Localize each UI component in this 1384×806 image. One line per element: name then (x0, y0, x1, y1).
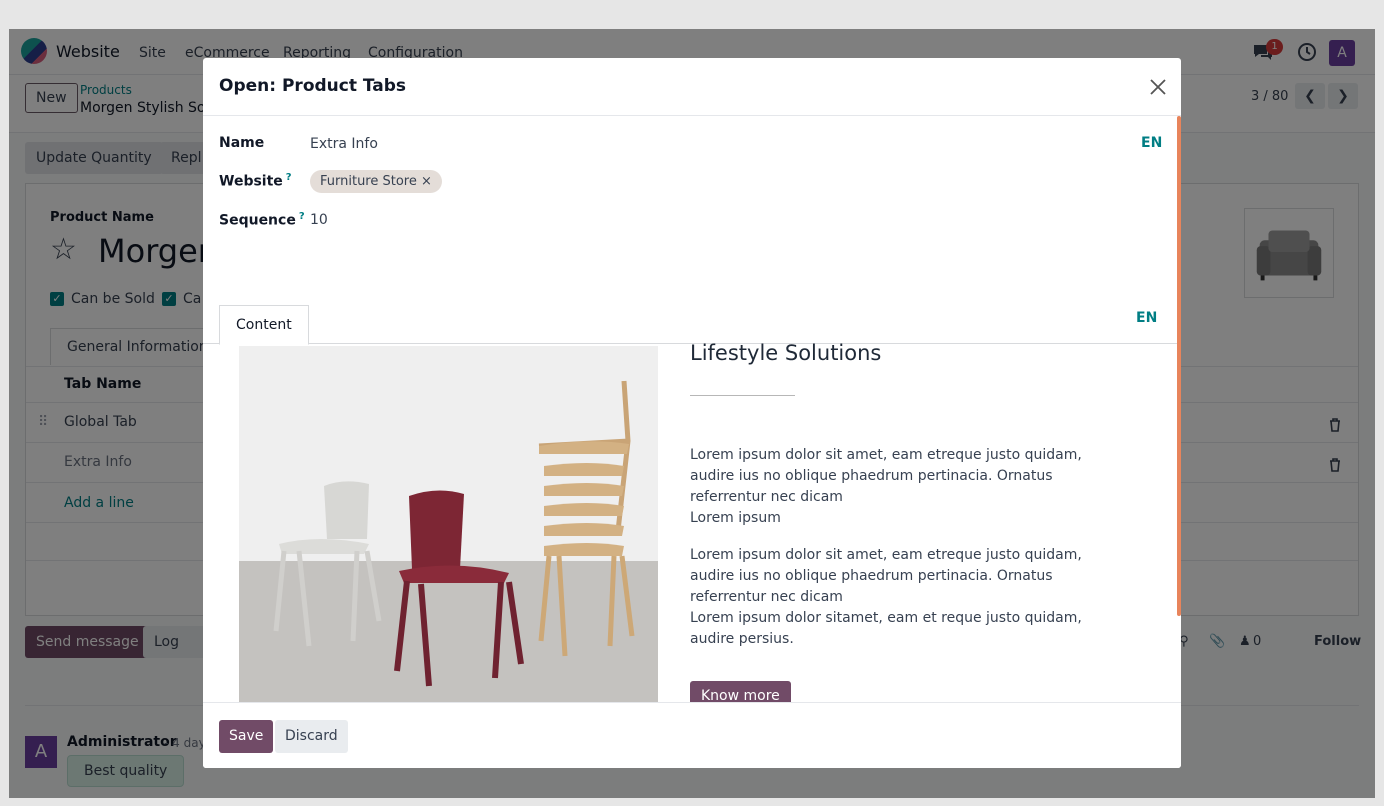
discard-button[interactable]: Discard (275, 720, 348, 753)
website-label: Website? (219, 172, 292, 190)
close-icon[interactable] (1148, 77, 1168, 97)
sequence-label: Sequence? (219, 211, 305, 229)
sequence-field[interactable]: 10 (310, 212, 328, 228)
product-tabs-dialog: Open: Product Tabs Name Extra Info EN We… (203, 58, 1181, 768)
content-paragraph-1: Lorem ipsum dolor sit amet, eam etreque … (690, 447, 1082, 526)
dialog-footer: Save Discard (203, 702, 1181, 768)
dialog-title: Open: Product Tabs (219, 76, 407, 96)
know-more-button[interactable]: Know more (690, 681, 791, 702)
chairs-image (239, 346, 658, 702)
help-icon[interactable]: ? (286, 172, 292, 183)
content-heading: Lifestyle Solutions (690, 341, 882, 365)
name-field[interactable]: Extra Info (310, 136, 378, 152)
dialog-scrollbar[interactable] (1177, 116, 1181, 616)
heading-divider (690, 395, 795, 396)
dialog-header: Open: Product Tabs (203, 58, 1181, 116)
dialog-body: Name Extra Info EN Website? Furniture St… (203, 116, 1181, 702)
save-button[interactable]: Save (219, 720, 274, 753)
tab-content[interactable]: Content (219, 305, 309, 345)
name-label: Name (219, 135, 265, 151)
content-translate-button[interactable]: EN (1136, 310, 1157, 326)
website-tag[interactable]: Furniture Store × (310, 170, 442, 193)
content-paragraph-2: Lorem ipsum dolor sit amet, eam etreque … (690, 547, 1082, 647)
help-icon[interactable]: ? (299, 211, 305, 222)
remove-tag-icon[interactable]: × (421, 174, 432, 189)
name-translate-button[interactable]: EN (1141, 135, 1162, 151)
